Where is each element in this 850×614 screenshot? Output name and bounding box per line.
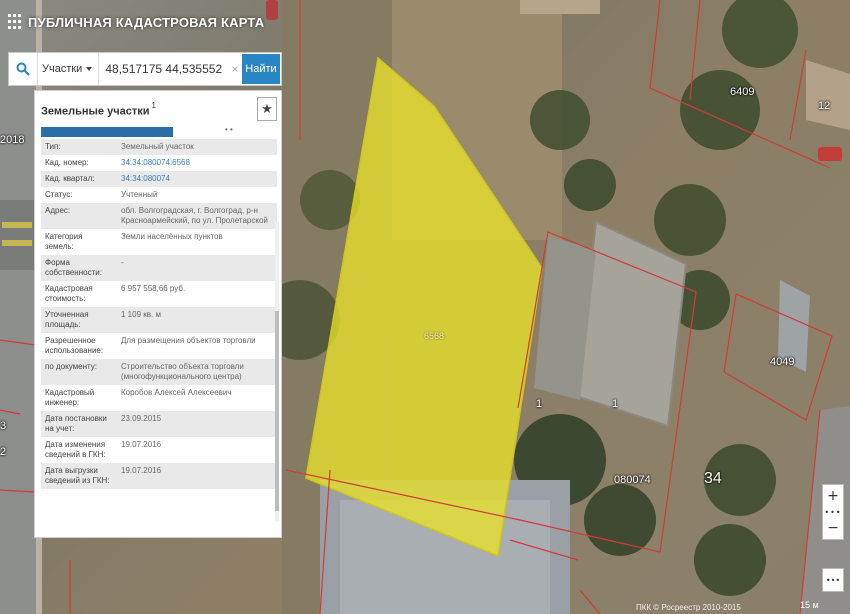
attribute-key: Разрешенное использование: [45, 336, 104, 355]
attribute-key: Форма собственности: [41, 255, 117, 281]
attribute-key: Дата изменения сведений в ГКН: [45, 440, 106, 459]
attribute-key: Кад. номер: [45, 158, 89, 167]
parcel-label[interactable]: 12 [818, 100, 830, 112]
attribute-key: Кадастровый инженер: [45, 388, 95, 407]
search-type-select[interactable]: Участки [37, 53, 100, 85]
rosreestr-logo-icon [8, 14, 22, 30]
attribute-row: Дата выгрузки сведений из ГКН: 19.07.2016 [41, 463, 277, 489]
attribute-key: Дата постановки на учет: [41, 411, 117, 437]
find-button[interactable]: Найти [242, 54, 280, 84]
attribute-value: Учтенный [121, 190, 158, 199]
search-icon[interactable] [9, 53, 37, 85]
attribute-row: Статус: Учтенный [41, 187, 277, 203]
attribute-key: Статус: [45, 190, 73, 199]
attribute-row: по документу: Строительство объекта торго… [41, 359, 277, 385]
attribute-row: Кад. номер: 34:34:080074:6568 [41, 155, 277, 171]
parcel-label[interactable]: 1 [536, 398, 542, 410]
attribute-value: Земли населённых пунктов [121, 232, 223, 241]
parcel-info-panel: Земельные участки 1 ★ • • Тип: Земельный у… [34, 90, 282, 538]
attribute-value: 34:34:080074 [117, 171, 277, 187]
attribute-key: Дата выгрузки сведений из ГКН: [41, 463, 117, 489]
star-icon: ★ [261, 101, 273, 116]
zoom-controls: + ••• − [822, 484, 844, 540]
panel-scrollbar[interactable] [275, 221, 279, 521]
parcel-label[interactable]: 1 [612, 398, 618, 410]
app-title-text: ПУБЛИЧНАЯ КАДАСТРОВАЯ КАРТА [28, 14, 265, 30]
attribute-value: - [117, 255, 277, 281]
attribute-value: обл. Волгоградская, г. Волгоград, р-н Кр… [117, 203, 277, 229]
attribute-value: Строительство объекта торговли (многофун… [117, 359, 277, 385]
attribute-row: Кадастровая стоимость: 6 957 558,66 руб. [41, 281, 277, 307]
attribute-value: Для размещения объектов торговли [121, 336, 256, 345]
parcel-label[interactable]: 4049 [770, 356, 794, 368]
more-options-button[interactable]: ••• [823, 569, 843, 591]
panel-tab-strip: • • [41, 125, 281, 139]
attribute-row: Тип: Земельный участок [41, 139, 277, 155]
attribute-table: Тип: Земельный участок Кад. номер: 34:34:08… [41, 139, 277, 489]
zoom-out-button[interactable]: − [823, 517, 843, 539]
attribute-value: 23.09.2015 [117, 411, 277, 437]
parcel-label[interactable]: 6409 [730, 86, 754, 98]
attribute-key: Адрес: [41, 203, 117, 229]
attribute-row: Кадастровый инженер: Коробов Алексей Алек… [41, 385, 277, 411]
cadastral-link[interactable]: 34:34:080074 [121, 174, 170, 183]
attribute-row: Форма собственности: - [41, 255, 277, 281]
app-title: ПУБЛИЧНАЯ КАДАСТРОВАЯ КАРТА [8, 14, 264, 30]
map-attribution: ПКК © Росреестр 2010-2015 [636, 603, 741, 612]
attribute-row: Дата изменения сведений в ГКН: 19.07.2016 [41, 437, 277, 463]
attribute-row: Категория земель: Земли населённых пункто… [41, 229, 277, 255]
attribute-key: Уточненная площадь: [41, 307, 117, 333]
panel-title: Земельные участки [41, 105, 150, 118]
attribute-row: Адрес: обл. Волгоградская, г. Волгоград, … [41, 203, 277, 229]
attribute-key: Тип: [41, 139, 117, 155]
attribute-value: 34:34:080074:6568 [117, 155, 277, 171]
search-type-value: Участки [42, 63, 83, 75]
chevron-down-icon [86, 67, 93, 71]
cadastral-link[interactable]: 34:34:080074:6568 [121, 158, 190, 167]
attribute-key: по документу: [41, 359, 117, 385]
tab-more-dots[interactable]: • • [225, 125, 233, 134]
panel-result-count: 1 [151, 101, 156, 110]
attribute-row: Дата постановки на учет: 23.09.2015 [41, 411, 277, 437]
favorite-star-button[interactable]: ★ [257, 97, 277, 121]
attribute-value: 1 109 кв. м [117, 307, 277, 333]
attribute-value: 19.07.2016 [117, 463, 277, 489]
panel-header: Земельные участки 1 ★ [35, 91, 281, 127]
selected-parcel-label[interactable]: 6568 [424, 331, 444, 341]
attribute-row: Уточненная площадь: 1 109 кв. м [41, 307, 277, 333]
zoom-slider-dots[interactable]: ••• [823, 507, 843, 517]
attribute-value: 19.07.2016 [121, 440, 162, 449]
attribute-value: 6 957 558,66 руб. [121, 284, 186, 293]
parcel-label[interactable]: 3 [0, 420, 6, 432]
search-input[interactable] [99, 54, 228, 84]
attribute-key: Категория земель: [45, 232, 83, 251]
attribute-value: Коробов Алексей Алексеевич [121, 388, 232, 397]
extra-controls: ••• [822, 568, 844, 592]
clear-icon[interactable]: × [228, 62, 242, 76]
quarter-label: 080074 [614, 474, 651, 486]
map-scale: 15 м [800, 600, 819, 610]
scrollbar-thumb[interactable] [275, 311, 279, 511]
attribute-row: Кад. квартал: 34:34:080074 [41, 171, 277, 187]
zoom-in-button[interactable]: + [823, 485, 843, 507]
parcel-label[interactable]: 2 [0, 446, 6, 458]
attribute-key: Кадастровая стоимость: [45, 284, 93, 303]
parcel-label[interactable]: 2018 [0, 134, 24, 146]
attribute-row: Разрешенное использование: Для размещения… [41, 333, 277, 359]
block-label: 34 [704, 470, 722, 487]
attribute-key: Кад. квартал: [41, 171, 117, 187]
tab-info[interactable] [41, 127, 173, 137]
attribute-value: Земельный участок [117, 139, 277, 155]
search-bar: Участки × Найти [8, 52, 282, 86]
